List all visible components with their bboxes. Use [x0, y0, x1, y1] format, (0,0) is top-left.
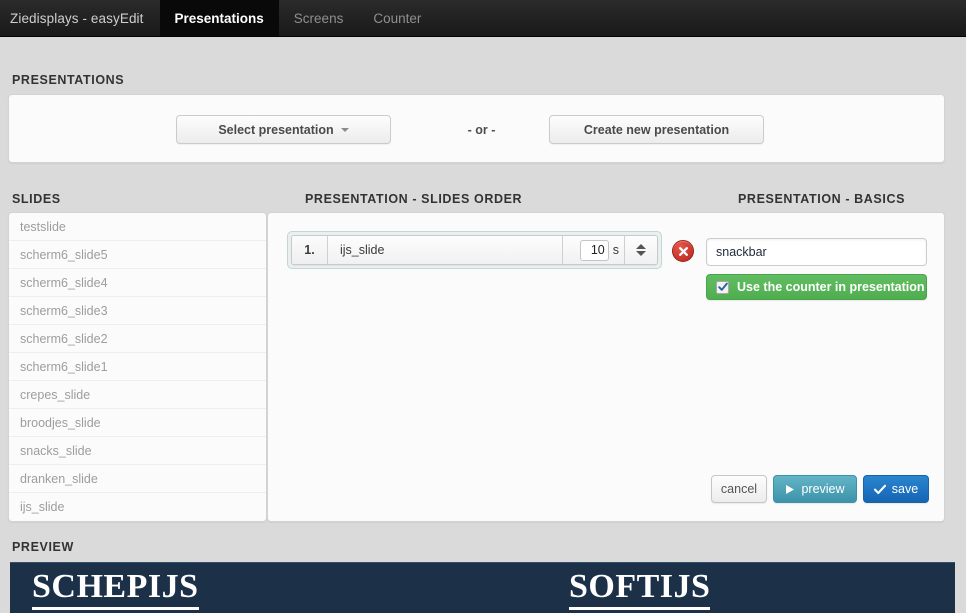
list-item[interactable]: scherm6_slide1 — [9, 353, 266, 381]
list-item[interactable]: testslide — [9, 213, 266, 241]
preview-word: SCHEPIJS — [32, 569, 199, 610]
slide-order-row[interactable]: 1. ijs_slide s — [287, 231, 662, 269]
presentation-editor-panel: 1. ijs_slide s Use the counter in presen… — [267, 212, 945, 522]
preview-button[interactable]: preview — [773, 475, 857, 503]
slides-order-section-label: PRESENTATION - SLIDES ORDER — [305, 192, 523, 206]
checkmark-icon — [717, 282, 728, 291]
or-separator-text: - or - — [467, 122, 496, 137]
save-button-label: save — [891, 482, 919, 496]
chevron-down-icon — [340, 127, 349, 132]
checkmark-icon — [873, 484, 886, 495]
slide-duration-input[interactable] — [579, 239, 609, 261]
use-counter-toggle[interactable]: Use the counter in presentation — [706, 274, 927, 300]
tab-presentations[interactable]: Presentations — [159, 0, 279, 36]
checkbox-checked-icon[interactable] — [716, 280, 729, 294]
slide-duration-group: s — [563, 236, 625, 264]
presentations-panel: Select presentation - or - Create new pr… — [8, 94, 945, 163]
tab-counter[interactable]: Counter — [358, 0, 436, 36]
preview-button-label: preview — [801, 482, 845, 496]
basics-section-label: PRESENTATION - BASICS — [738, 192, 906, 206]
slides-list-panel: testslide scherm6_slide5 scherm6_slide4 … — [8, 212, 267, 522]
preview-section-label: PREVIEW — [12, 540, 74, 554]
cancel-button[interactable]: cancel — [711, 475, 767, 503]
list-item[interactable]: dranken_slide — [9, 465, 266, 493]
list-item[interactable]: snacks_slide — [9, 437, 266, 465]
list-item[interactable]: ijs_slide — [9, 493, 266, 521]
app-brand: Ziedisplays - easyEdit — [10, 11, 144, 26]
list-item[interactable]: scherm6_slide2 — [9, 325, 266, 353]
select-presentation-label: Select presentation — [218, 122, 334, 137]
slide-duration-unit: s — [612, 243, 619, 257]
slide-duration-stepper[interactable] — [625, 236, 657, 264]
slide-order-row-inner: 1. ijs_slide s — [291, 235, 658, 265]
presentation-name-input[interactable] — [706, 238, 927, 266]
select-presentation-dropdown[interactable]: Select presentation — [176, 115, 391, 144]
slide-order-index: 1. — [292, 236, 328, 264]
preview-banner[interactable]: SCHEPIJS SOFTIJS — [10, 562, 955, 613]
save-button[interactable]: save — [863, 475, 929, 503]
list-item[interactable]: scherm6_slide4 — [9, 269, 266, 297]
list-item[interactable]: scherm6_slide5 — [9, 241, 266, 269]
play-icon — [785, 484, 795, 495]
preview-word: SOFTIJS — [569, 569, 711, 610]
chevron-down-icon[interactable] — [636, 251, 646, 256]
nav-tab-list: Presentations Screens Counter — [159, 0, 437, 36]
list-item[interactable]: broodjes_slide — [9, 409, 266, 437]
list-item[interactable]: crepes_slide — [9, 381, 266, 409]
presentations-section-label: PRESENTATIONS — [12, 73, 125, 87]
delete-slide-button[interactable] — [672, 240, 694, 262]
slide-order-name[interactable]: ijs_slide — [328, 236, 563, 264]
slides-section-label: SLIDES — [12, 192, 61, 206]
close-icon — [678, 246, 688, 256]
chevron-up-icon[interactable] — [636, 244, 646, 249]
top-navbar: Ziedisplays - easyEdit Presentations Scr… — [0, 0, 966, 37]
use-counter-label: Use the counter in presentation — [737, 280, 925, 294]
create-new-presentation-button[interactable]: Create new presentation — [549, 115, 764, 144]
tab-screens[interactable]: Screens — [279, 0, 359, 36]
list-item[interactable]: scherm6_slide3 — [9, 297, 266, 325]
